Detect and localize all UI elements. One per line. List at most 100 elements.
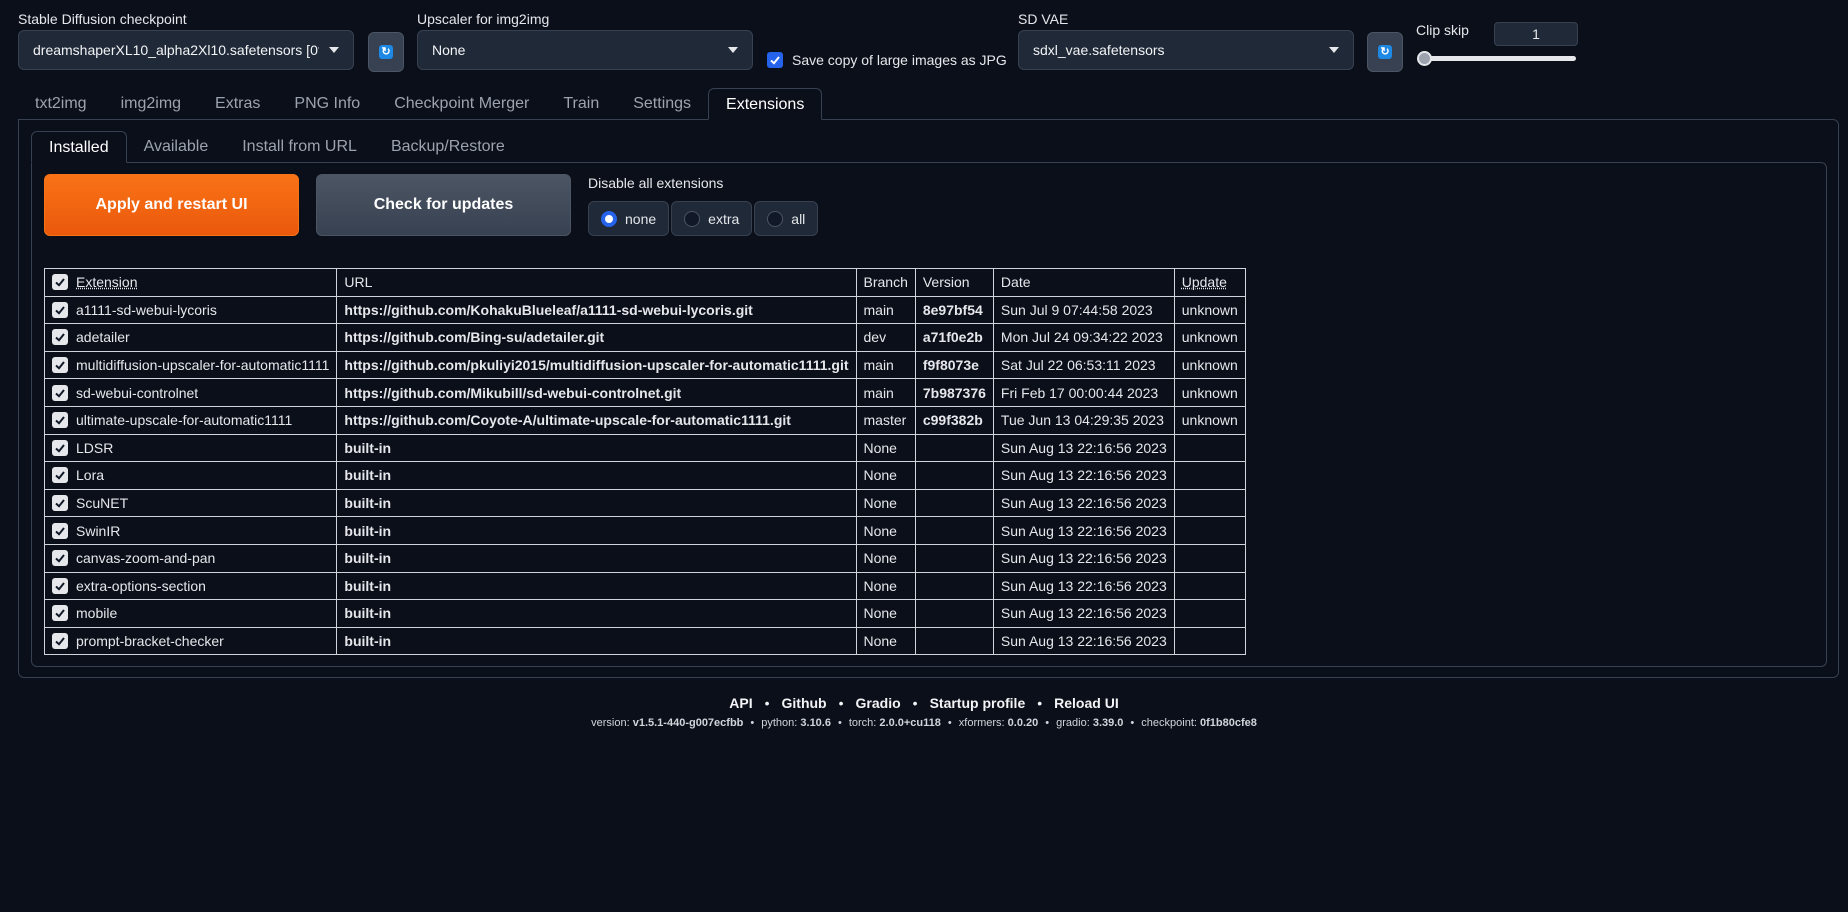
extension-name: ScuNET: [76, 495, 129, 512]
clip-skip-input[interactable]: 1: [1494, 22, 1578, 46]
tab-available[interactable]: Available: [127, 131, 226, 163]
cell-branch: None: [855, 543, 916, 573]
checkpoint-value: dreamshaperXL10_alpha2Xl10.safetensors […: [33, 42, 319, 58]
footer-version-info: version: v1.5.1-440-g007ecfbb • python: 3.…: [0, 717, 1848, 729]
clip-skip-slider[interactable]: [1424, 56, 1576, 61]
cell-url: https://github.com/Mikubill/sd-webui-con…: [336, 378, 857, 407]
version-info-value: 3.10.6: [800, 717, 831, 729]
cell-date: Sun Aug 13 22:16:56 2023: [992, 488, 1175, 518]
cell-date: Sun Aug 13 22:16:56 2023: [992, 461, 1175, 490]
cell-version: f9f8073e: [914, 350, 994, 380]
footer-separator: •: [750, 717, 755, 729]
disable-extensions-label: Disable all extensions: [588, 175, 724, 191]
tab-checkpoint-merger[interactable]: Checkpoint Merger: [377, 88, 546, 120]
cell-date: Sun Aug 13 22:16:56 2023: [992, 571, 1175, 601]
radio-all[interactable]: all: [754, 201, 819, 236]
footer-separator: •: [1130, 717, 1135, 729]
save-jpg-option[interactable]: Save copy of large images as JPG: [767, 52, 1007, 68]
footer-link-github[interactable]: Github: [782, 695, 827, 711]
cell-url: built-in: [336, 488, 857, 518]
extension-enabled-checkbox[interactable]: [52, 495, 68, 512]
tab-img2img[interactable]: img2img: [104, 88, 198, 120]
footer-separator: •: [1037, 695, 1043, 711]
cell-url: https://github.com/pkuliyi2015/multidiff…: [336, 350, 857, 380]
save-jpg-label: Save copy of large images as JPG: [792, 52, 1007, 68]
tab-extras[interactable]: Extras: [198, 88, 277, 120]
footer-link-api[interactable]: API: [729, 695, 752, 711]
cell-update: [1173, 461, 1246, 490]
radio-extra-label: extra: [708, 210, 740, 227]
select-all-checkbox[interactable]: [52, 274, 68, 291]
cell-url: built-in: [336, 571, 857, 601]
clip-skip-slider-handle[interactable]: [1417, 51, 1432, 66]
extension-enabled-checkbox[interactable]: [52, 522, 68, 539]
radio-extra[interactable]: extra: [671, 201, 753, 236]
footer-link-reload-ui[interactable]: Reload UI: [1054, 695, 1119, 711]
cell-date: Sat Jul 22 06:53:11 2023: [992, 350, 1175, 380]
version-info-label: python:: [761, 717, 801, 729]
checkpoint-label: Stable Diffusion checkpoint: [18, 11, 187, 27]
check-updates-button[interactable]: Check for updates: [316, 174, 571, 236]
cell-url: https://github.com/Bing-su/adetailer.git: [336, 323, 857, 352]
cell-date: Sun Aug 13 22:16:56 2023: [992, 543, 1175, 573]
cell-update: [1173, 571, 1246, 601]
extension-enabled-checkbox[interactable]: [52, 550, 68, 567]
cell-date: Sun Aug 13 22:16:56 2023: [992, 433, 1175, 463]
chevron-down-icon: [728, 47, 738, 53]
radio-dot-icon: [767, 210, 784, 227]
version-info-value: 0.0.20: [1007, 717, 1039, 729]
extension-enabled-checkbox[interactable]: [52, 467, 68, 484]
cell-update: unknown: [1173, 378, 1246, 407]
cell-update: unknown: [1173, 295, 1246, 325]
radio-none[interactable]: none: [588, 201, 670, 236]
extension-enabled-checkbox[interactable]: [52, 605, 68, 622]
tab-train[interactable]: Train: [546, 88, 616, 120]
extension-enabled-checkbox[interactable]: [52, 439, 68, 456]
tab-installed[interactable]: Installed: [31, 131, 127, 163]
cell-extension: mobile: [43, 599, 338, 628]
cell-extension: canvas-zoom-and-pan: [43, 543, 338, 573]
cell-date: Sun Aug 13 22:16:56 2023: [992, 599, 1175, 628]
tab-txt2img[interactable]: txt2img: [18, 88, 104, 120]
extension-enabled-checkbox[interactable]: [52, 357, 68, 374]
extension-name: canvas-zoom-and-pan: [76, 550, 216, 567]
extension-enabled-checkbox[interactable]: [52, 577, 68, 594]
extensions-table-body: a1111-sd-webui-lycoris https://github.com…: [43, 295, 1246, 656]
checkpoint-dropdown[interactable]: dreamshaperXL10_alpha2Xl10.safetensors […: [18, 30, 354, 70]
cell-extension: ScuNET: [43, 488, 338, 518]
extension-enabled-checkbox[interactable]: [52, 412, 68, 429]
tab-install-from-url[interactable]: Install from URL: [225, 131, 374, 163]
table-row: Lora built-in None Sun Aug 13 22:16:56 2023: [43, 461, 1246, 490]
footer-link-startup-profile[interactable]: Startup profile: [930, 695, 1026, 711]
upscaler-dropdown[interactable]: None: [417, 30, 753, 70]
cell-url: built-in: [336, 543, 857, 573]
extension-enabled-checkbox[interactable]: [52, 384, 68, 401]
header-date: Date: [992, 268, 1175, 297]
version-info-value: v1.5.1-440-g007ecfbb: [632, 717, 744, 729]
tab-backup-restore[interactable]: Backup/Restore: [374, 131, 522, 163]
table-row: a1111-sd-webui-lycoris https://github.com…: [43, 295, 1246, 325]
apply-restart-button[interactable]: Apply and restart UI: [44, 174, 299, 236]
footer-link-gradio[interactable]: Gradio: [856, 695, 901, 711]
checkpoint-refresh-button[interactable]: ↻: [368, 32, 404, 72]
tab-png-info[interactable]: PNG Info: [277, 88, 377, 120]
table-row: ScuNET built-in None Sun Aug 13 22:16:56 20…: [43, 488, 1246, 518]
cell-version: c99f382b: [914, 405, 994, 435]
vae-dropdown[interactable]: sdxl_vae.safetensors: [1018, 30, 1354, 70]
extension-name: ultimate-upscale-for-automatic1111: [76, 412, 293, 429]
main-tabs: txt2img img2img Extras PNG Info Checkpoi…: [18, 88, 823, 120]
cell-branch: None: [855, 571, 916, 601]
tab-extensions[interactable]: Extensions: [708, 88, 823, 120]
extension-enabled-checkbox[interactable]: [52, 633, 68, 650]
upscaler-value: None: [432, 42, 466, 58]
vae-refresh-button[interactable]: ↻: [1367, 32, 1403, 72]
header-extension[interactable]: Extension: [43, 268, 338, 297]
cell-branch: None: [855, 599, 916, 628]
tab-settings[interactable]: Settings: [616, 88, 708, 120]
extension-enabled-checkbox[interactable]: [52, 301, 68, 318]
save-jpg-checkbox[interactable]: [767, 52, 783, 68]
extension-enabled-checkbox[interactable]: [52, 329, 68, 346]
cell-date: Mon Jul 24 09:34:22 2023: [992, 323, 1175, 352]
radio-all-label: all: [791, 210, 806, 227]
sub-tabs: Installed Available Install from URL Bac…: [31, 131, 522, 163]
